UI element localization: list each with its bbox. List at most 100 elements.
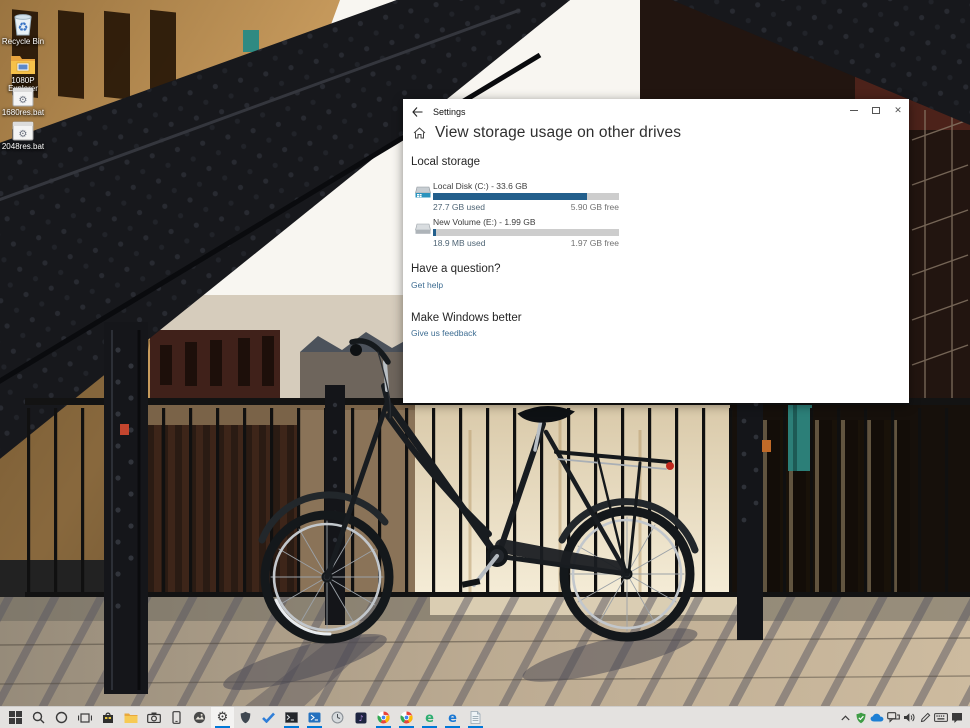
camera-icon — [147, 712, 161, 723]
chrome-2-button[interactable] — [395, 707, 418, 728]
hidden-icons-chevron[interactable] — [837, 707, 853, 728]
clock-icon — [331, 711, 344, 724]
keyboard-icon — [934, 713, 948, 722]
powershell-icon — [308, 712, 321, 723]
storage-bar-fill — [433, 193, 587, 200]
pen-icon — [920, 712, 931, 723]
page-title: View storage usage on other drives — [435, 124, 681, 142]
drive-row-c[interactable]: Local Disk (C:) - 33.6 GB 27.7 GB used 5… — [411, 181, 631, 212]
svg-text:e: e — [448, 711, 457, 724]
volume-icon — [903, 712, 916, 723]
title-bar[interactable]: Settings ✕ — [403, 99, 909, 125]
command-prompt-icon — [285, 712, 298, 723]
shield-icon — [240, 711, 251, 724]
minimize-button[interactable] — [843, 99, 865, 121]
back-button[interactable] — [403, 99, 431, 125]
desktop-icon-2048res[interactable]: ⚙ 2048res.bat — [0, 120, 49, 151]
document-app-button[interactable] — [464, 707, 487, 728]
file-explorer-icon — [124, 712, 138, 724]
desktop-icon-label: 1680res.bat — [0, 109, 49, 117]
defender-shield-icon — [855, 712, 867, 724]
system-drive-icon — [414, 185, 431, 200]
photos-icon — [193, 711, 206, 724]
your-phone-button[interactable] — [165, 707, 188, 728]
give-feedback-link[interactable]: Give us feedback — [411, 328, 477, 338]
svg-text:♻: ♻ — [18, 20, 29, 34]
minimize-icon — [850, 110, 858, 111]
command-prompt-button[interactable] — [280, 707, 303, 728]
pen-tray-button[interactable] — [917, 707, 933, 728]
windows-logo-icon — [9, 711, 22, 724]
store-icon — [102, 711, 114, 724]
file-explorer-button[interactable] — [119, 707, 142, 728]
onedrive-tray-button[interactable] — [869, 707, 885, 728]
settings-app-button[interactable]: ⚙ — [211, 707, 234, 728]
feedback-heading: Make Windows better — [411, 312, 522, 324]
task-view-icon — [78, 712, 92, 724]
svg-text:♪: ♪ — [358, 714, 363, 723]
search-icon — [32, 711, 45, 724]
desktop-icon-recycle-bin[interactable]: ♻ Recycle Bin — [0, 9, 49, 46]
svg-text:⚙: ⚙ — [19, 95, 28, 106]
free-label: 1.97 GB free — [571, 238, 619, 248]
media-app-button[interactable]: ♪ — [349, 707, 372, 728]
task-view-button[interactable] — [73, 707, 96, 728]
checkmark-app-button[interactable] — [257, 707, 280, 728]
used-label: 18.9 MB used — [433, 238, 485, 248]
defender-tray-button[interactable] — [853, 707, 869, 728]
help-heading: Have a question? — [411, 263, 501, 275]
browser-e-icon: e — [423, 711, 436, 724]
checkmark-icon — [262, 712, 275, 723]
storage-bar — [433, 193, 619, 200]
window-title: Settings — [433, 107, 466, 117]
svg-text:e: e — [425, 711, 434, 724]
action-center-button[interactable] — [949, 707, 965, 728]
browser-e-green-button[interactable]: e — [418, 707, 441, 728]
maximize-icon — [872, 107, 880, 114]
alarms-clock-button[interactable] — [326, 707, 349, 728]
free-label: 5.90 GB free — [571, 202, 619, 212]
close-icon: ✕ — [894, 106, 902, 115]
system-tray — [837, 707, 965, 728]
touch-keyboard-tray-button[interactable] — [933, 707, 949, 728]
edge-button[interactable]: e — [441, 707, 464, 728]
maximize-button[interactable] — [865, 99, 887, 121]
feedback-hub-tray-button[interactable] — [885, 707, 901, 728]
data-drive-icon — [414, 221, 431, 236]
powershell-button[interactable] — [303, 707, 326, 728]
storage-bar-fill — [433, 229, 436, 236]
back-arrow-icon — [412, 107, 423, 117]
storage-bar — [433, 229, 619, 236]
desktop-icon-1680res[interactable]: ⚙ 1680res.bat — [0, 86, 49, 117]
phone-icon — [172, 711, 181, 724]
cortana-button[interactable] — [50, 707, 73, 728]
store-button[interactable] — [96, 707, 119, 728]
taskbar-search-button[interactable] — [27, 707, 50, 728]
recycle-bin-icon: ♻ — [10, 9, 36, 37]
desktop-screen: ♻ Recycle Bin 1080P Explorer ⚙ 1680res.b… — [0, 0, 970, 728]
start-button[interactable] — [4, 707, 27, 728]
action-center-icon — [951, 712, 963, 724]
volume-tray-button[interactable] — [901, 707, 917, 728]
onedrive-cloud-icon — [870, 713, 884, 722]
edge-e-icon: e — [446, 711, 459, 724]
settings-window: Settings ✕ View storage usage on other d… — [403, 99, 909, 403]
chrome-icon — [377, 711, 390, 724]
chrome-button[interactable] — [372, 707, 395, 728]
taskbar: ⚙ — [0, 706, 970, 728]
cortana-icon — [55, 711, 68, 724]
close-button[interactable]: ✕ — [887, 99, 909, 121]
document-icon — [470, 711, 481, 724]
settings-gear-icon: ⚙ — [217, 711, 229, 724]
section-heading: Local storage — [411, 156, 480, 168]
used-label: 27.7 GB used — [433, 202, 485, 212]
camera-app-button[interactable] — [142, 707, 165, 728]
drive-row-e[interactable]: New Volume (E:) - 1.99 GB 18.9 MB used 1… — [411, 217, 631, 248]
defender-app-button[interactable] — [234, 707, 257, 728]
drive-name: New Volume (E:) - 1.99 GB — [433, 217, 631, 227]
batch-file-icon: ⚙ — [11, 120, 35, 142]
folder-icon — [10, 52, 36, 76]
music-app-icon: ♪ — [355, 712, 367, 724]
photos-app-button[interactable] — [188, 707, 211, 728]
get-help-link[interactable]: Get help — [411, 280, 443, 290]
